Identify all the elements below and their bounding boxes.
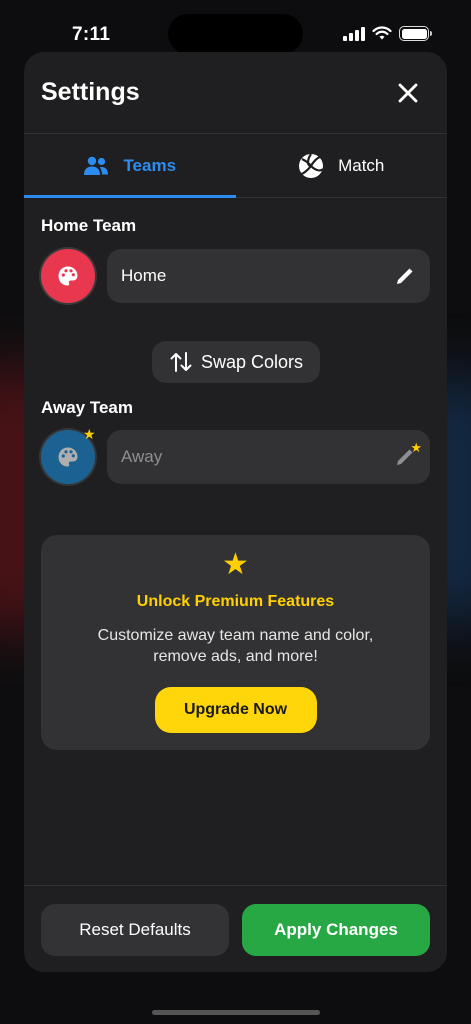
upgrade-now-button[interactable]: Upgrade Now	[154, 687, 317, 733]
palette-icon	[58, 266, 78, 286]
home-team-label: Home Team	[41, 216, 137, 235]
tab-teams-label: Teams	[123, 155, 177, 175]
apply-changes-button[interactable]: Apply Changes	[242, 904, 430, 956]
page-title: Settings	[41, 78, 140, 106]
status-icons	[343, 26, 432, 41]
tab-match-label: Match	[338, 155, 385, 175]
wifi-icon	[372, 26, 392, 40]
volleyball-icon	[299, 152, 324, 178]
home-team-name-value: Home	[121, 266, 167, 285]
close-icon[interactable]	[397, 82, 419, 104]
swap-colors-button[interactable]: Swap Colors	[152, 341, 320, 383]
reset-defaults-button[interactable]: Reset Defaults	[41, 904, 229, 956]
people-icon	[84, 156, 109, 175]
away-team-label: Away Team	[41, 398, 133, 417]
sheet-footer: Reset Defaults Apply Changes	[24, 885, 447, 972]
home-team-name-field[interactable]: Home	[107, 249, 430, 303]
swap-colors-label: Swap Colors	[200, 351, 304, 372]
premium-description: Customize away team name and color, remo…	[97, 627, 374, 665]
status-time: 7:11	[72, 24, 111, 45]
pencil-icon[interactable]	[394, 265, 416, 287]
home-indicator	[152, 1010, 320, 1015]
away-team-name-placeholder: Away	[121, 447, 163, 466]
tab-bar: Teams Match	[24, 134, 447, 198]
pencil-locked-icon: ★	[394, 440, 422, 468]
settings-sheet: Settings Teams Match Home Team Home Swap…	[24, 52, 447, 972]
premium-title: Unlock Premium Features	[136, 593, 335, 610]
battery-icon	[399, 26, 432, 41]
tab-match[interactable]: Match	[236, 134, 448, 197]
swap-arrows-icon	[170, 352, 192, 372]
signal-icon	[343, 26, 365, 41]
away-team-name-field[interactable]: Away ★	[107, 430, 430, 484]
tab-teams[interactable]: Teams	[24, 134, 236, 198]
premium-star-icon: ★	[222, 548, 249, 581]
dynamic-island	[168, 14, 303, 54]
premium-card: ★ Unlock Premium Features Customize away…	[41, 535, 430, 750]
sheet-header: Settings	[24, 52, 447, 134]
palette-icon	[58, 447, 78, 467]
home-color-picker[interactable]	[41, 249, 95, 303]
premium-star-icon: ★	[83, 426, 96, 442]
status-bar: 7:11	[0, 0, 471, 54]
